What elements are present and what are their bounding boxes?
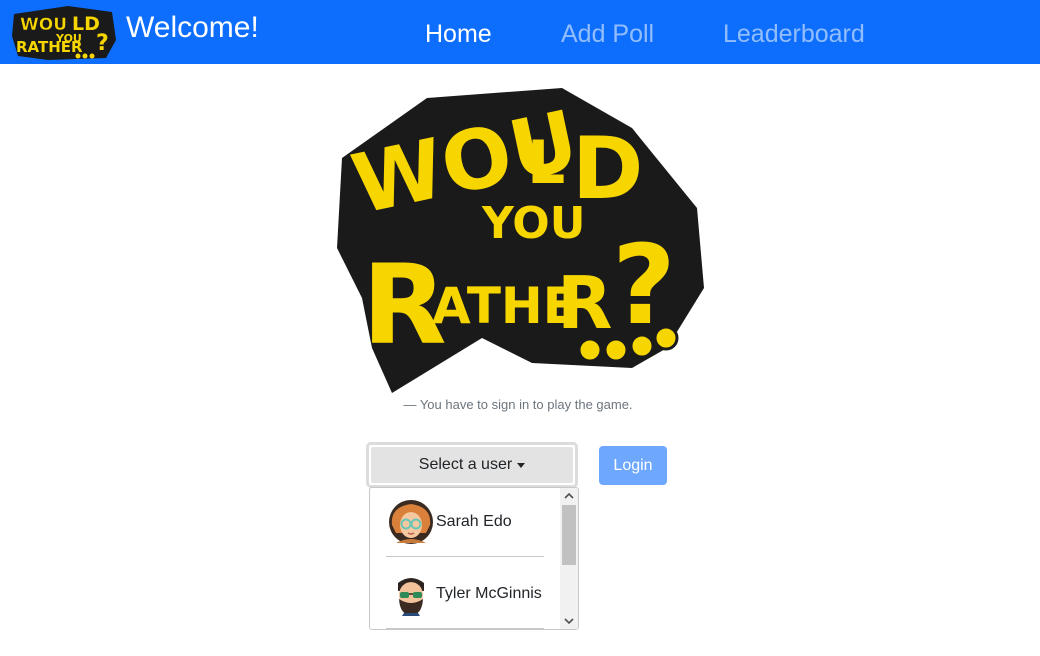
- svg-text:YOU: YOU: [481, 198, 585, 249]
- dropdown-item-tyler-mcginnis[interactable]: Tyler McGinnis: [386, 560, 544, 629]
- svg-text:L: L: [527, 128, 565, 198]
- select-user-dropdown-button[interactable]: Select a user: [371, 447, 573, 483]
- user-name: Tyler McGinnis: [436, 585, 542, 602]
- nav-link-add-poll[interactable]: Add Poll: [561, 16, 654, 52]
- woman-with-glasses-avatar-icon: [389, 500, 433, 544]
- login-button[interactable]: Login: [599, 446, 667, 485]
- nav-brand-title: Welcome!: [126, 11, 259, 44]
- would-you-rather-logo-small[interactable]: WOU LD YOU RATHER ?: [8, 0, 118, 64]
- user-dropdown-menu: Sarah Edo Tyler McGinnis: [369, 487, 579, 630]
- caret-down-icon: [517, 462, 526, 468]
- bearded-man-with-sunglasses-avatar-icon: [398, 578, 424, 616]
- would-you-rather-logo: WOU L D YOU R ATHE R ?: [337, 88, 704, 393]
- svg-text:R: R: [557, 261, 612, 345]
- user-select-focus-ring: Select a user: [366, 442, 578, 488]
- dropdown-scrollbar[interactable]: [560, 488, 578, 629]
- scrollbar-thumb[interactable]: [562, 505, 576, 565]
- chevron-up-icon[interactable]: [560, 488, 578, 504]
- navbar: WOU LD YOU RATHER ? Welcome! Home Add Po…: [0, 0, 1040, 64]
- svg-text:?: ?: [96, 31, 109, 56]
- svg-text:ATHE: ATHE: [432, 277, 577, 335]
- user-name: Sarah Edo: [436, 513, 512, 530]
- dropdown-item-sarah-edo[interactable]: Sarah Edo: [386, 488, 544, 557]
- select-user-label: Select a user: [418, 456, 513, 473]
- chevron-down-icon[interactable]: [560, 613, 578, 629]
- nav-link-leaderboard[interactable]: Leaderboard: [723, 16, 865, 52]
- nav-link-home[interactable]: Home: [425, 16, 492, 52]
- svg-text:RATHER: RATHER: [16, 38, 83, 56]
- signin-tagline: — You have to sign in to play the game.: [403, 397, 633, 412]
